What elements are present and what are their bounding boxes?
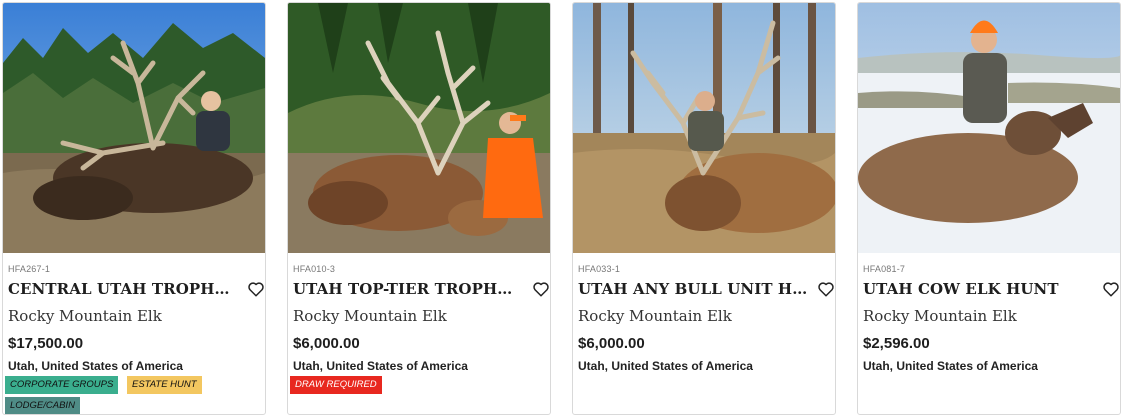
listing-sku: HFA081-7 (863, 264, 906, 274)
listing-photo[interactable] (858, 3, 1120, 253)
listing-title[interactable]: UTAH COW ELK HUNT (863, 280, 1093, 298)
listing-card[interactable]: HFA267-1 CENTRAL UTAH TROPHY ELK HUNT Ro… (2, 2, 266, 415)
listing-title[interactable]: CENTRAL UTAH TROPHY ELK HUNT (8, 280, 238, 298)
listing-species: Rocky Mountain Elk (8, 307, 162, 325)
listing-card[interactable]: HFA010-3 UTAH TOP-TIER TROPHY ELK HUNT R… (287, 2, 551, 415)
listing-title[interactable]: UTAH TOP-TIER TROPHY ELK HUNT (293, 280, 523, 298)
listing-card[interactable]: HFA081-7 UTAH COW ELK HUNT Rocky Mountai… (857, 2, 1121, 415)
tag-badge[interactable]: LODGE/CABIN (5, 397, 80, 414)
listing-card[interactable]: HFA033-1 UTAH ANY BULL UNIT HORSEBACK EL… (572, 2, 836, 415)
listing-location: Utah, United States of America (863, 359, 1038, 373)
listing-photo-image (3, 3, 265, 253)
heart-outline-icon[interactable] (1102, 280, 1120, 298)
listing-sku: HFA267-1 (8, 264, 51, 274)
listing-location: Utah, United States of America (578, 359, 753, 373)
tag-badge[interactable]: ESTATE HUNT (127, 376, 202, 394)
heart-outline-icon[interactable] (532, 280, 550, 298)
listing-location: Utah, United States of America (293, 359, 468, 373)
listing-sku: HFA033-1 (578, 264, 621, 274)
heart-outline-icon[interactable] (817, 280, 835, 298)
listing-price: $6,000.00 (293, 335, 360, 352)
listing-photo-image (858, 3, 1120, 253)
listing-species: Rocky Mountain Elk (293, 307, 447, 325)
listing-photo[interactable] (288, 3, 550, 253)
listing-photo[interactable] (3, 3, 265, 253)
listing-species: Rocky Mountain Elk (578, 307, 732, 325)
listing-sku: HFA010-3 (293, 264, 336, 274)
listing-photo-image (288, 3, 550, 253)
listing-photo-image (573, 3, 835, 253)
tag-badge[interactable]: CORPORATE GROUPS (5, 376, 119, 394)
listing-price: $6,000.00 (578, 335, 645, 352)
tag-badge[interactable]: DRAW REQUIRED (290, 376, 382, 394)
listing-price: $2,596.00 (863, 335, 930, 352)
listing-price: $17,500.00 (8, 335, 84, 352)
listing-species: Rocky Mountain Elk (863, 307, 1017, 325)
listing-location: Utah, United States of America (8, 359, 183, 373)
heart-outline-icon[interactable] (247, 280, 265, 298)
listing-photo[interactable] (573, 3, 835, 253)
listing-title[interactable]: UTAH ANY BULL UNIT HORSEBACK ELK HUNT (578, 280, 808, 298)
